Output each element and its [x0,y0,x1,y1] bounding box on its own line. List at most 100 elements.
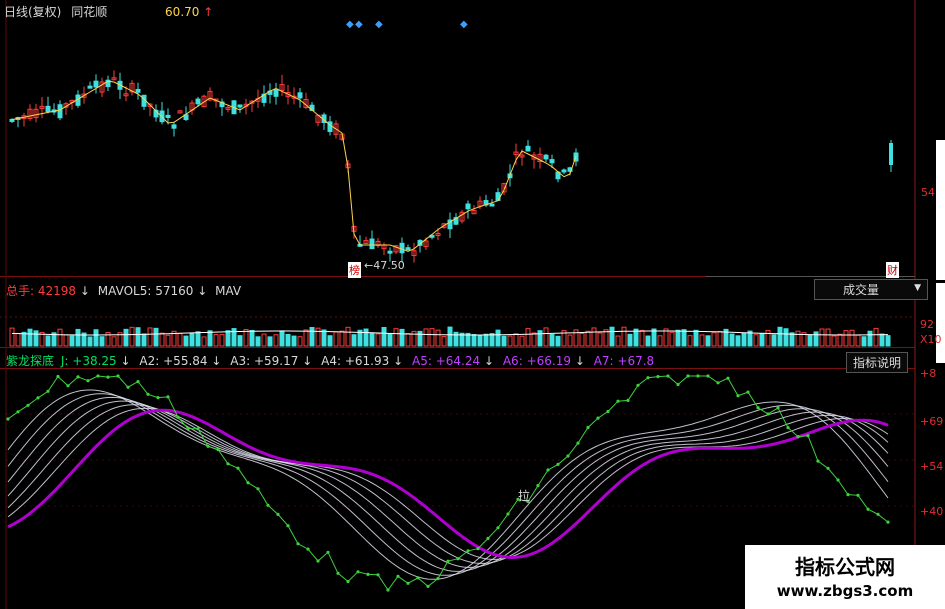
volume-bar [165,334,171,347]
j-point [476,547,480,551]
indicator-explain-button[interactable]: 指标说明 [846,352,909,373]
candle-body [495,192,501,201]
volume-bar [627,333,633,347]
volume-bars [9,326,891,347]
stock-chart-canvas [0,0,945,609]
period-label[interactable]: 日线(复权) [4,5,61,19]
volume-bar [675,329,681,347]
j-point [76,375,80,379]
j-point [376,573,380,577]
volume-bar [777,326,783,347]
volume-bar [543,327,549,347]
volume-bar [699,334,705,347]
volume-bar [21,331,27,347]
j-point [286,524,290,528]
volume-bar [501,335,507,347]
candle-body [135,88,141,93]
j-point [206,444,210,448]
candle-body [297,92,303,99]
volume-bar [753,334,759,347]
volume-bar [321,329,327,347]
volume-bar [429,328,435,347]
event-marker-icon[interactable]: ◆ [375,19,383,30]
volume-bar [453,331,459,347]
event-marker-icon[interactable]: ◆ [355,19,363,30]
j-point [876,512,880,516]
mav-label: MAV [215,284,242,298]
volume-bar [765,329,771,347]
watermark: 指标公式网 www.zbgs3.com [745,545,945,609]
volume-bar [759,332,765,347]
volume-bar [651,328,657,347]
indicator-a3-value: +59.17 [253,354,299,368]
volume-bar [369,332,375,347]
bang-badge[interactable]: 榜 [348,262,361,278]
panel-divider [706,276,915,277]
j-point [136,380,140,384]
j-point [326,550,330,554]
j-point [826,466,830,470]
volume-bar [225,330,231,347]
price-value: 60.70 [165,5,200,19]
j-point [576,441,580,445]
j-point [886,520,890,524]
j-point [506,512,510,516]
volume-bar [99,336,105,347]
volume-bar [639,329,645,347]
event-marker-icon[interactable]: ◆ [460,19,468,30]
j-point [406,581,410,585]
indicator-dropdown[interactable]: 成交量 ▼ [814,279,928,300]
down-arrow-icon: ↓ [211,354,222,368]
j-point [56,374,60,379]
volume-bar [789,332,795,347]
volume-bar [819,328,825,347]
j-point [766,412,770,416]
volume-bar [885,335,891,347]
volume-bar [855,334,861,347]
indicator-a7-label: A7: [593,354,614,368]
j-point [746,390,750,394]
j-point [456,557,460,561]
j-point [156,396,160,400]
indicator-name[interactable]: 紫龙探底 [6,354,54,368]
finance-badge[interactable]: 财 [886,262,899,278]
j-point [756,406,760,410]
volume-bar [519,335,525,347]
volume-bar [219,334,225,347]
volume-bar [549,334,555,347]
indicator-a4-label: A4: [321,354,342,368]
volume-bar [327,335,333,347]
j-point [346,579,350,584]
j-point [246,481,250,485]
volume-bar [345,326,351,347]
j-point [396,574,400,578]
volume-bar [579,332,585,347]
mavol5-value: 57160 [155,284,194,298]
volume-bar [477,335,483,347]
indicator-a5-value: +64.24 [435,354,481,368]
volume-bar [45,335,51,347]
event-marker-icon[interactable]: ◆ [346,19,354,30]
volume-bar [405,333,411,347]
chevron-down-icon: ▼ [914,283,921,293]
indicator-a3-label: A3: [230,354,251,368]
panel-frames [0,0,945,609]
volume-bar [813,331,819,347]
down-arrow-icon: ↓ [197,284,208,298]
panel-divider [0,347,915,348]
volume-bar [687,335,693,347]
j-point [216,447,220,452]
j-point [166,395,170,399]
a7-line [7,408,889,560]
volume-bar [261,333,267,347]
volume-bar [375,333,381,347]
volume-bar [411,330,417,347]
volume-bar [705,335,711,347]
volume-bar [873,327,879,347]
down-arrow-icon: ↓ [120,354,131,368]
volume-bar [15,332,21,347]
volume-bar [471,334,477,347]
j-point [366,572,370,577]
a-line [7,404,889,564]
price-up-icon: ↑ [203,5,214,19]
